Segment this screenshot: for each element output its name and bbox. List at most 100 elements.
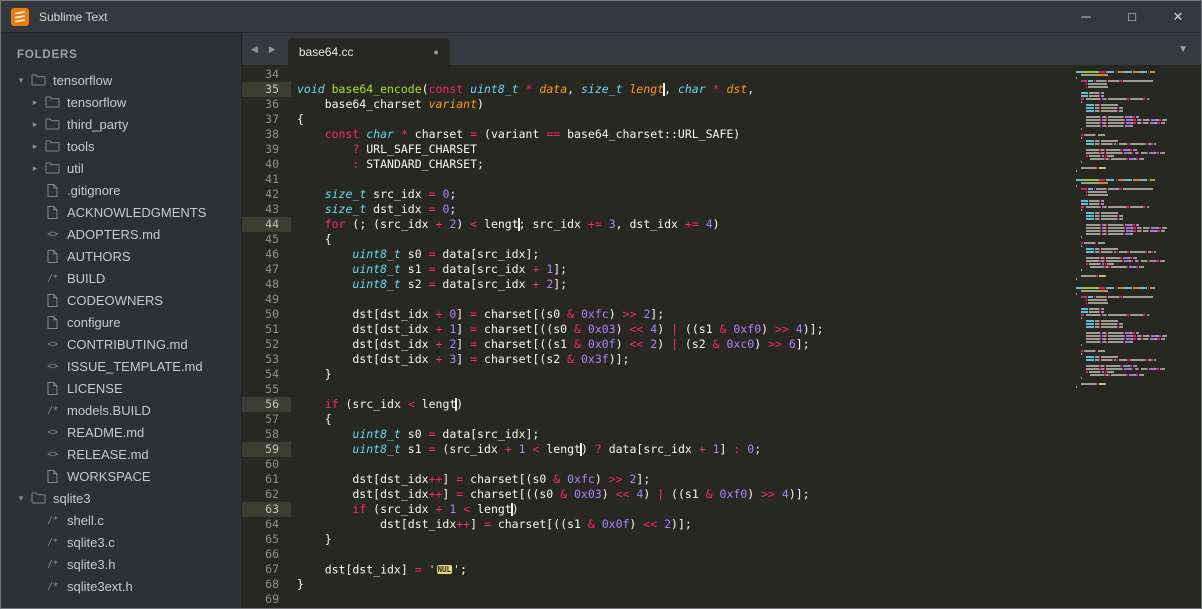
- chevron-right-icon[interactable]: ▸: [29, 163, 41, 174]
- line-number: 42: [265, 187, 279, 201]
- line-number: 44: [242, 217, 291, 232]
- tree-file-build[interactable]: /* BUILD: [1, 267, 241, 289]
- code-line-52[interactable]: 52 dst[dst_idx + 2] = charset[((s1 & 0x0…: [242, 337, 1201, 352]
- code-line-61[interactable]: 61 dst[dst_idx++] = charset[(s0 & 0xfc) …: [242, 472, 1201, 487]
- code-line-34[interactable]: 34: [242, 67, 1201, 82]
- tree-file-acknowledgments[interactable]: ACKNOWLEDGMENTS: [1, 201, 241, 223]
- titlebar[interactable]: Sublime Text ─ □ ✕: [1, 1, 1201, 33]
- code-line-38[interactable]: 38 const char * charset = (variant == ba…: [242, 127, 1201, 142]
- code-line-50[interactable]: 50 dst[dst_idx + 0] = charset[(s0 & 0xfc…: [242, 307, 1201, 322]
- line-number: 49: [265, 292, 279, 306]
- code-line-48[interactable]: 48 uint8_t s2 = data[src_idx + 2];: [242, 277, 1201, 292]
- code-line-62[interactable]: 62 dst[dst_idx++] = charset[((s0 & 0x03)…: [242, 487, 1201, 502]
- chevron-down-icon[interactable]: ▾: [15, 75, 27, 86]
- code-line-47[interactable]: 47 uint8_t s1 = data[src_idx + 1];: [242, 262, 1201, 277]
- code-text: }: [297, 532, 332, 546]
- code-line-39[interactable]: 39 ? URL_SAFE_CHARSET: [242, 142, 1201, 157]
- minimap[interactable]: [1074, 67, 1201, 391]
- tree-folder-util[interactable]: ▸ util: [1, 157, 241, 179]
- chevron-down-icon[interactable]: ▾: [15, 493, 27, 504]
- code-line-57[interactable]: 57 {: [242, 412, 1201, 427]
- code-line-49[interactable]: 49: [242, 292, 1201, 307]
- code-text: {: [297, 232, 332, 246]
- code-line-51[interactable]: 51 dst[dst_idx + 1] = charset[((s0 & 0x0…: [242, 322, 1201, 337]
- code-text: size_t src_idx = 0;: [324, 187, 457, 201]
- tree-file-sqlite3-c[interactable]: /* sqlite3.c: [1, 531, 241, 553]
- minimize-button[interactable]: ─: [1063, 1, 1109, 32]
- tree-folder-third-party[interactable]: ▸ third_party: [1, 113, 241, 135]
- tree-file-models-build[interactable]: /* models.BUILD: [1, 399, 241, 421]
- tree-file-contributing-md[interactable]: <> CONTRIBUTING.md: [1, 333, 241, 355]
- document-icon: [44, 249, 61, 263]
- tree-item-label: LICENSE: [67, 380, 123, 396]
- code-line-64[interactable]: 64 dst[dst_idx++] = charset[((s1 & 0x0f)…: [242, 517, 1201, 532]
- tree-file-configure[interactable]: configure: [1, 311, 241, 333]
- folder-icon: [30, 492, 47, 504]
- code-line-56[interactable]: 56 if (src_idx < lengt): [242, 397, 1201, 412]
- tree-item-label: configure: [67, 314, 121, 330]
- tree-item-label: README.md: [67, 424, 145, 440]
- tab-scroll-left-icon[interactable]: ◀: [251, 44, 258, 55]
- tree-file-shell-c[interactable]: /* shell.c: [1, 509, 241, 531]
- code-line-45[interactable]: 45 {: [242, 232, 1201, 247]
- line-number: 41: [265, 172, 279, 186]
- tree-file-workspace[interactable]: WORKSPACE: [1, 465, 241, 487]
- code-line-60[interactable]: 60: [242, 457, 1201, 472]
- code-line-65[interactable]: 65 }: [242, 532, 1201, 547]
- maximize-button[interactable]: □: [1109, 1, 1155, 32]
- line-number: 51: [265, 322, 279, 336]
- code-line-43[interactable]: 43 size_t dst_idx = 0;: [242, 202, 1201, 217]
- tree-file-release-md[interactable]: <> RELEASE.md: [1, 443, 241, 465]
- code-line-37[interactable]: 37 {: [242, 112, 1201, 127]
- close-button[interactable]: ✕: [1155, 1, 1201, 32]
- tree-file-issue-template-md[interactable]: <> ISSUE_TEMPLATE.md: [1, 355, 241, 377]
- code-line-35[interactable]: 35 void base64_encode(const uint8_t * dat…: [242, 82, 1201, 97]
- code-line-59[interactable]: 59 uint8_t s1 = (src_idx + 1 < lengt) ? …: [242, 442, 1201, 457]
- code-line-55[interactable]: 55: [242, 382, 1201, 397]
- tab-scroll-right-icon[interactable]: ▶: [269, 44, 276, 55]
- tab-base64-cc[interactable]: base64.cc ●: [287, 38, 450, 65]
- code-line-66[interactable]: 66: [242, 547, 1201, 562]
- code-line-69[interactable]: 69: [242, 592, 1201, 607]
- tree-item-label: RELEASE.md: [67, 446, 149, 462]
- tree-file--gitignore[interactable]: .gitignore: [1, 179, 241, 201]
- code-line-54[interactable]: 54 }: [242, 367, 1201, 382]
- tree-folder-tensorflow[interactable]: ▾ tensorflow: [1, 69, 241, 91]
- tree-folder-tensorflow[interactable]: ▸ tensorflow: [1, 91, 241, 113]
- code-line-67[interactable]: 67 dst[dst_idx] = ' NUL ';: [242, 562, 1201, 577]
- chevron-right-icon[interactable]: ▸: [29, 141, 41, 152]
- chevron-right-icon[interactable]: ▸: [29, 119, 41, 130]
- tree-file-sqlite3-h[interactable]: /* sqlite3.h: [1, 553, 241, 575]
- tree-folder-sqlite3[interactable]: ▾ sqlite3: [1, 487, 241, 509]
- tree-file-sqlite3ext-h[interactable]: /* sqlite3ext.h: [1, 575, 241, 597]
- sublime-logo-icon: [11, 7, 29, 26]
- line-number: 39: [265, 142, 279, 156]
- tree-file-codeowners[interactable]: CODEOWNERS: [1, 289, 241, 311]
- code-line-42[interactable]: 42 size_t src_idx = 0;: [242, 187, 1201, 202]
- code-line-68[interactable]: 68}: [242, 577, 1201, 592]
- code-text: dst[dst_idx++] = charset[((s1 & 0x0f) <<…: [297, 517, 692, 531]
- line-number: 48: [265, 277, 279, 291]
- tree-file-readme-md[interactable]: <> README.md: [1, 421, 241, 443]
- code-text: uint8_t s0 = data[src_idx];: [352, 247, 540, 261]
- line-number: 56: [242, 397, 291, 412]
- chevron-right-icon[interactable]: ▸: [29, 97, 41, 108]
- tree-file-license[interactable]: LICENSE: [1, 377, 241, 399]
- tree-file-authors[interactable]: AUTHORS: [1, 245, 241, 267]
- tab-overflow-icon[interactable]: ▼: [1178, 44, 1188, 55]
- source-file-icon: /*: [47, 514, 58, 526]
- code-line-53[interactable]: 53 dst[dst_idx + 3] = charset[(s2 & 0x3f…: [242, 352, 1201, 367]
- code-text: const char * charset = (variant == base6…: [324, 127, 741, 141]
- unsaved-dot-icon: ●: [433, 46, 439, 57]
- code-line-36[interactable]: 36 base64_charset variant): [242, 97, 1201, 112]
- code-line-44[interactable]: 44 for (; (src_idx + 2) < lengt; src_idx…: [242, 217, 1201, 232]
- code-line-58[interactable]: 58 uint8_t s0 = data[src_idx];: [242, 427, 1201, 442]
- code-line-46[interactable]: 46 uint8_t s0 = data[src_idx];: [242, 247, 1201, 262]
- code-text: dst[dst_idx + 1] = charset[((s0 & 0x03) …: [297, 322, 824, 336]
- tree-file-adopters-md[interactable]: <> ADOPTERS.md: [1, 223, 241, 245]
- code-line-40[interactable]: 40 : STANDARD_CHARSET;: [242, 157, 1201, 172]
- tree-folder-tools[interactable]: ▸ tools: [1, 135, 241, 157]
- code-line-41[interactable]: 41: [242, 172, 1201, 187]
- code-area[interactable]: 34 35 void base64_encode(const uint8_t * d…: [242, 67, 1201, 607]
- code-line-63[interactable]: 63 if (src_idx + 1 < lengt): [242, 502, 1201, 517]
